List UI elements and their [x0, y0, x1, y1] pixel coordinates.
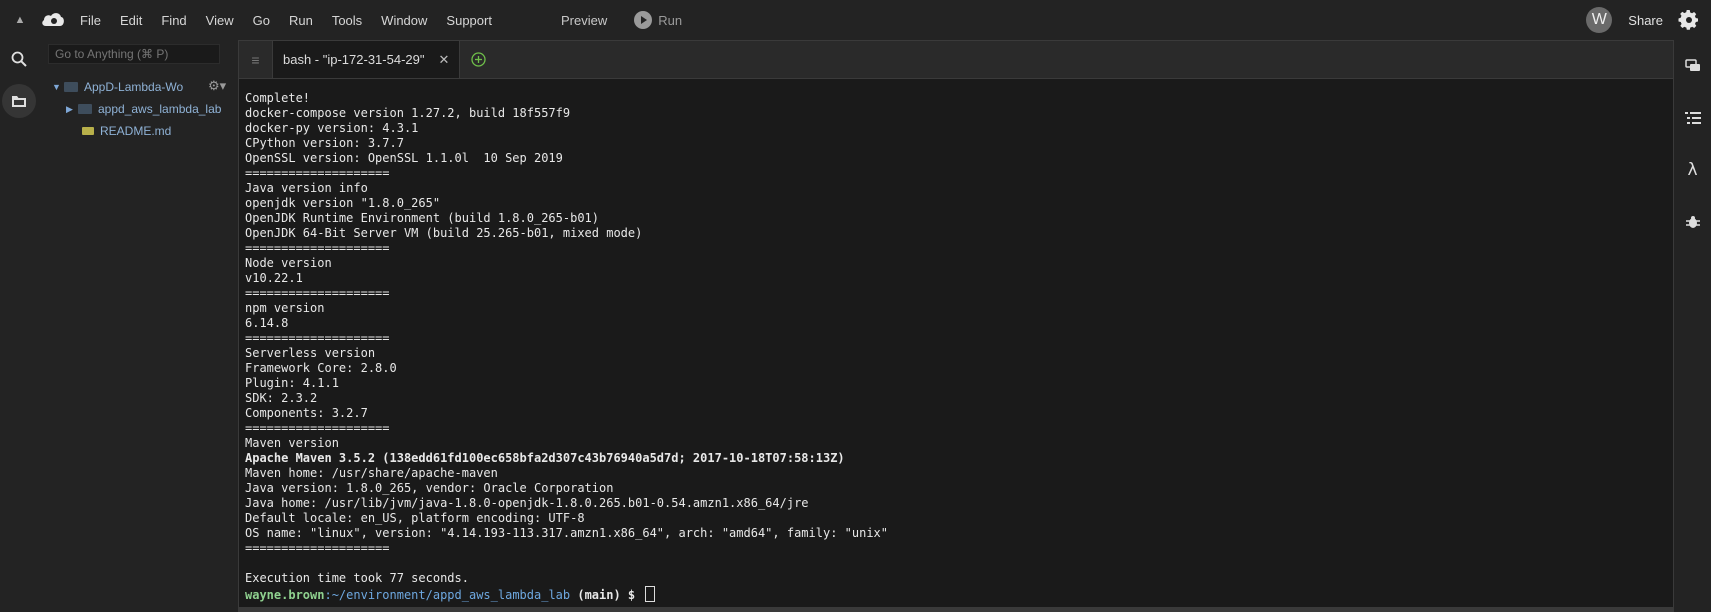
terminal-line: 6.14.8 [245, 316, 289, 330]
top-right-controls: W Share [1586, 0, 1711, 40]
left-rail [0, 40, 38, 612]
folder-icon [78, 104, 92, 114]
terminal-line: Serverless version [245, 346, 376, 360]
menu-find[interactable]: Find [161, 13, 186, 28]
terminal-line: ==================== [245, 421, 390, 435]
avatar[interactable]: W [1586, 7, 1613, 33]
terminal-line: Framework Core: 2.8.0 [245, 361, 397, 375]
terminal-line: ==================== [245, 541, 390, 555]
markdown-file-icon [82, 127, 94, 135]
terminal-line: docker-py version: 4.3.1 [245, 121, 419, 135]
menu-view[interactable]: View [206, 13, 234, 28]
terminal-line: npm version [245, 301, 325, 315]
tree-file-label: README.md [100, 124, 172, 138]
search-icon[interactable] [0, 40, 38, 78]
panel-bottom-strip [239, 607, 1673, 611]
collaborate-icon[interactable] [1674, 40, 1711, 92]
file-tree-panel: ⚙▾ ▼ AppD-Lambda-Wo ▶ appd_aws_lambda_la… [38, 40, 238, 612]
goto-anything-input[interactable] [48, 44, 220, 64]
tree-folder-label: appd_aws_lambda_lab [98, 102, 222, 116]
tree-root[interactable]: ▼ AppD-Lambda-Wo [52, 80, 183, 94]
play-icon [634, 11, 653, 29]
terminal-line: Maven home: /usr/share/apache-maven [245, 466, 498, 480]
terminal-line: ==================== [245, 286, 390, 300]
gear-icon[interactable] [1677, 8, 1701, 32]
terminal-line: ==================== [245, 331, 390, 345]
prompt-rest: (main) $ [570, 588, 643, 602]
tree-folder[interactable]: ▶ appd_aws_lambda_lab [66, 102, 221, 116]
tab-bar: ≡ bash - "ip-172-31-54-29" ✕ [239, 41, 1673, 79]
terminal-line: Node version [245, 256, 332, 270]
terminal-line: openjdk version "1.8.0_265" [245, 196, 441, 210]
tab-terminal[interactable]: bash - "ip-172-31-54-29" ✕ [273, 41, 461, 78]
chevron-right-icon: ▶ [66, 103, 73, 114]
menu-go[interactable]: Go [253, 13, 270, 28]
prompt-user: wayne.brown [245, 588, 325, 602]
menu-support[interactable]: Support [446, 13, 492, 28]
right-rail: λ [1674, 40, 1711, 612]
tab-title: bash - "ip-172-31-54-29" [283, 52, 425, 67]
terminal-line: CPython version: 3.7.7 [245, 136, 404, 150]
prompt-path: :~/environment/appd_aws_lambda_lab [324, 588, 571, 602]
close-icon[interactable]: ✕ [438, 52, 449, 68]
terminal-line: OpenSSL version: OpenSSL 1.1.0l 10 Sep 2… [245, 151, 563, 165]
terminal-line: Java version info [245, 181, 368, 195]
terminal-output[interactable]: Complete! docker-compose version 1.27.2, … [239, 79, 1673, 603]
terminal-line: SDK: 2.3.2 [245, 391, 318, 405]
terminal-line: Plugin: 4.1.1 [245, 376, 339, 390]
tree-file[interactable]: README.md [82, 124, 171, 138]
add-tab-icon[interactable] [460, 41, 496, 78]
tree-settings-gear-icon[interactable]: ⚙▾ [208, 78, 226, 94]
collapse-menu-icon[interactable]: ▲ [0, 14, 40, 26]
terminal-line: Default locale: en_US, platform encoding… [245, 511, 585, 525]
terminal-line: Components: 3.2.7 [245, 406, 368, 420]
debugger-bug-icon[interactable] [1674, 196, 1711, 248]
terminal-line: Maven version [245, 436, 339, 450]
menu-run[interactable]: Run [289, 13, 313, 28]
preview-button[interactable]: Preview [561, 13, 607, 28]
terminal-line: Apache Maven 3.5.2 (138edd61fd100ec658bf… [245, 451, 845, 465]
terminal-prompt: wayne.brown:~/environment/appd_aws_lambd… [245, 586, 1673, 603]
menu-tools[interactable]: Tools [332, 13, 362, 28]
chevron-down-icon: ▼ [52, 82, 61, 92]
run-button[interactable]: Run [634, 11, 682, 29]
menu-bar: ▲ File Edit Find View Go Run Tools Windo… [0, 0, 1711, 40]
terminal-line: OpenJDK Runtime Environment (build 1.8.0… [245, 211, 600, 225]
menu-window[interactable]: Window [381, 13, 427, 28]
menu-file[interactable]: File [80, 13, 101, 28]
files-icon[interactable] [2, 84, 36, 118]
terminal-cursor[interactable] [645, 586, 656, 602]
terminal-line: ==================== [245, 241, 390, 255]
cloud9-logo-icon[interactable] [40, 10, 66, 30]
menu-edit[interactable]: Edit [120, 13, 142, 28]
terminal-line: Java version: 1.8.0_265, vendor: Oracle … [245, 481, 614, 495]
tab-menu-icon[interactable]: ≡ [239, 41, 273, 78]
terminal-line: v10.22.1 [245, 271, 303, 285]
terminal-line: Complete! [245, 91, 311, 105]
terminal-line: OpenJDK 64-Bit Server VM (build 25.265-b… [245, 226, 643, 240]
share-button[interactable]: Share [1628, 13, 1663, 28]
terminal-line: docker-compose version 1.27.2, build 18f… [245, 106, 571, 120]
folder-icon [64, 82, 78, 92]
run-label: Run [658, 12, 683, 28]
tree-root-label: AppD-Lambda-Wo [84, 80, 184, 94]
terminal-line: ==================== [245, 166, 390, 180]
lambda-icon[interactable]: λ [1674, 144, 1711, 196]
terminal-panel: ≡ bash - "ip-172-31-54-29" ✕ Complete! do… [238, 40, 1674, 612]
terminal-line: Java home: /usr/lib/jvm/java-1.8.0-openj… [245, 496, 809, 510]
terminal-line: Execution time took 77 seconds. [245, 571, 469, 585]
outline-icon[interactable] [1674, 92, 1711, 144]
terminal-line: OS name: "linux", version: "4.14.193-113… [245, 526, 888, 540]
